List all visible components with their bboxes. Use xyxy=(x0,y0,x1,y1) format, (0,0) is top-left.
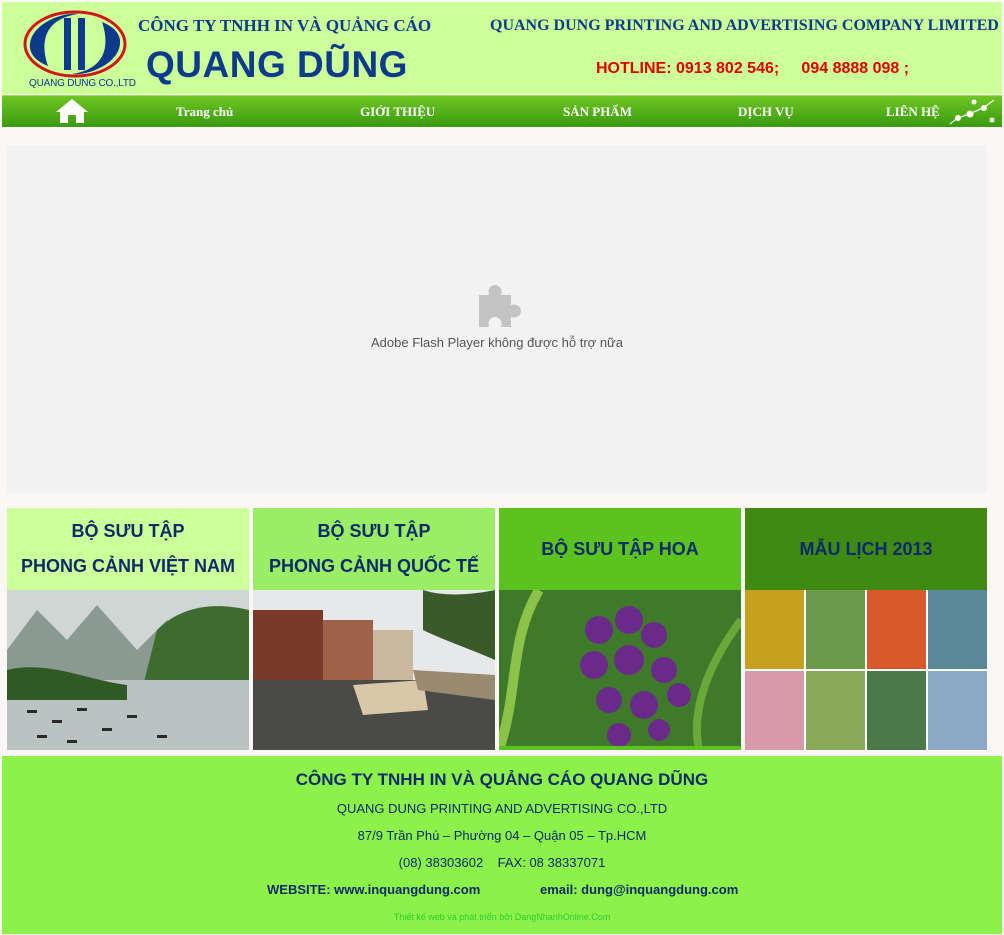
collection-international-landscape[interactable]: BỘ SƯU TẬP PHONG CẢNH QUỐC TẾ xyxy=(253,508,495,754)
collection-flowers[interactable]: BỘ SƯU TẬP HOA xyxy=(499,508,741,754)
footer-company-name-en: QUANG DUNG PRINTING AND ADVERTISING CO.,… xyxy=(336,801,668,816)
main-nav: Trang chủ GIỚI THIỆU SẢN PHẨM DỊCH VỤ LI… xyxy=(2,95,1002,127)
collection-subtitle: PHONG CẢNH QUỐC TẾ xyxy=(268,556,479,576)
footer-address: 87/9 Trần Phú – Phường 04 – Quận 05 – Tp… xyxy=(357,828,647,843)
company-name-en: QUANG DUNG PRINTING AND ADVERTISING COMP… xyxy=(490,17,999,34)
footer-website-link[interactable]: WEBSITE: www.inquangdung.com xyxy=(267,882,480,897)
footer-phone-fax: (08) 38303602 FAX: 08 38337071 xyxy=(398,855,606,870)
footer-credit-link[interactable]: Thiết kế web và phát triển bởi DangNhanh… xyxy=(2,912,1002,922)
collection-header: MẪU LỊCH 2013 xyxy=(745,508,987,590)
hotline: HOTLINE: 0913 802 546; 094 8888 098 ; xyxy=(596,60,910,77)
footer-email-link[interactable]: email: dung@inquangdung.com xyxy=(540,882,738,897)
collection-title: BỘ SƯU TẬP xyxy=(317,521,431,541)
international-landscape-image[interactable] xyxy=(253,590,495,750)
calendar-samples-image[interactable] xyxy=(745,590,987,750)
flowers-image[interactable] xyxy=(499,590,741,750)
collection-header: BỘ SƯU TẬP PHONG CẢNH QUỐC TẾ xyxy=(253,508,495,590)
collection-title: MẪU LỊCH 2013 xyxy=(799,538,933,559)
collection-calendar-2013[interactable]: MẪU LỊCH 2013 xyxy=(745,508,987,754)
nav-item-products[interactable]: SẢN PHẨM xyxy=(563,104,632,120)
flash-banner-placeholder: Adobe Flash Player không được hỗ trợ nữa xyxy=(7,145,987,493)
nav-item-home[interactable]: Trang chủ xyxy=(176,104,233,120)
flash-unsupported-message: Adobe Flash Player không được hỗ trợ nữa xyxy=(371,335,623,350)
header: QUANG DUNG CO.,LTD CÔNG TY TNHH IN VÀ QU… xyxy=(2,2,1002,94)
nav-item-contact[interactable]: LIÊN HỆ xyxy=(886,104,940,120)
company-name-vn: CÔNG TY TNHH IN VÀ QUẢNG CÁO xyxy=(138,16,432,35)
footer-company-name: CÔNG TY TNHH IN VÀ QUẢNG CÁO QUANG DŨNG xyxy=(295,770,709,789)
collection-header: BỘ SƯU TẬP PHONG CẢNH VIỆT NAM xyxy=(7,508,249,590)
flower-decoration-icon xyxy=(949,99,995,125)
footer: CÔNG TY TNHH IN VÀ QUẢNG CÁO QUANG DŨNG … xyxy=(2,756,1002,934)
collection-vietnam-landscape[interactable]: BỘ SƯU TẬP PHONG CẢNH VIỆT NAM xyxy=(7,508,249,754)
vietnam-landscape-image[interactable] xyxy=(7,590,249,750)
brand-name: QUANG DŨNG xyxy=(146,44,408,85)
logo-caption: QUANG DUNG CO.,LTD xyxy=(29,78,136,89)
collection-title: BỘ SƯU TẬP HOA xyxy=(541,538,699,559)
puzzle-plugin-icon xyxy=(479,285,521,327)
home-icon[interactable] xyxy=(54,97,90,125)
nav-item-about[interactable]: GIỚI THIỆU xyxy=(360,104,435,120)
collection-header: BỘ SƯU TẬP HOA xyxy=(499,508,741,590)
collection-subtitle: PHONG CẢNH VIỆT NAM xyxy=(20,556,235,576)
collection-title: BỘ SƯU TẬP xyxy=(71,521,185,541)
nav-item-services[interactable]: DỊCH VỤ xyxy=(738,104,794,120)
